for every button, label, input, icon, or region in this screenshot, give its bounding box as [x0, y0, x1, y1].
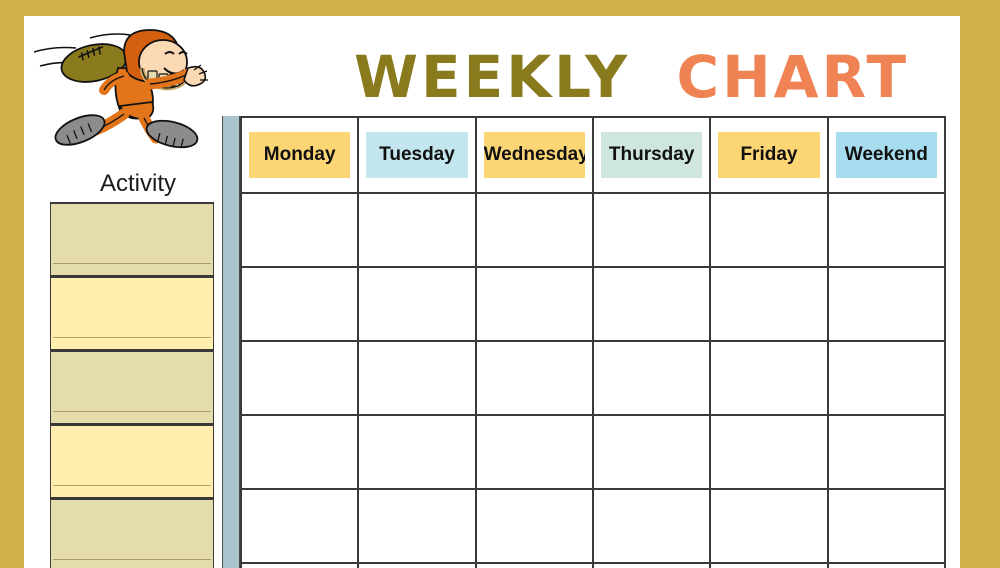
grid-cell[interactable] — [474, 340, 594, 416]
grid-cell[interactable] — [826, 414, 946, 490]
grid-cell[interactable] — [357, 192, 477, 268]
table-row — [239, 340, 946, 416]
grid-cell[interactable] — [591, 414, 712, 490]
table-row — [239, 266, 946, 342]
weekly-grid: Monday Tuesday Wednesday Thursday Friday — [239, 116, 946, 568]
grid-cell[interactable] — [474, 266, 594, 342]
grid-cell[interactable] — [826, 340, 946, 416]
day-header-weekend: Weekend — [826, 116, 946, 194]
grid-cell[interactable] — [826, 192, 946, 268]
table-row — [239, 562, 946, 568]
grid-cell[interactable] — [826, 562, 946, 568]
day-header-wednesday: Wednesday — [474, 116, 594, 194]
grid-cell[interactable] — [474, 192, 594, 268]
page-title: WEEKLY CHART — [354, 42, 906, 112]
activity-row[interactable] — [50, 498, 214, 568]
grid-cell[interactable] — [239, 414, 360, 490]
grid-cell[interactable] — [239, 340, 360, 416]
grid-cell[interactable] — [239, 266, 360, 342]
grid-cell[interactable] — [357, 414, 477, 490]
day-chip-tuesday: Tuesday — [366, 132, 468, 178]
grid-cell[interactable] — [591, 488, 712, 564]
day-chip-weekend: Weekend — [835, 132, 938, 178]
grid-cell[interactable] — [826, 266, 946, 342]
activity-row[interactable] — [50, 202, 214, 276]
grid-cell[interactable] — [474, 414, 594, 490]
table-row — [239, 414, 946, 490]
grid-cell[interactable] — [709, 192, 829, 268]
grid-cell[interactable] — [239, 192, 360, 268]
grid-cell[interactable] — [709, 340, 829, 416]
page-title-word-chart: CHART — [676, 43, 910, 111]
day-header-friday: Friday — [709, 116, 829, 194]
day-header-tuesday: Tuesday — [357, 116, 477, 194]
day-header-thursday: Thursday — [591, 116, 712, 194]
grid-cell[interactable] — [591, 192, 712, 268]
running-football-player-icon — [32, 18, 222, 154]
grid-cell[interactable] — [709, 562, 829, 568]
grid-cell[interactable] — [826, 488, 946, 564]
grid-cell[interactable] — [239, 488, 360, 564]
worksheet-sheet: WEEKLY CHART Activity Monday Tuesday Wed… — [24, 16, 960, 568]
grid-header-row: Monday Tuesday Wednesday Thursday Friday — [239, 116, 946, 194]
grid-cell[interactable] — [591, 562, 712, 568]
column-divider — [222, 116, 240, 568]
grid-cell[interactable] — [357, 340, 477, 416]
printable-page: WEEKLY CHART Activity Monday Tuesday Wed… — [0, 0, 1000, 568]
grid-cell[interactable] — [357, 562, 477, 568]
page-title-word-weekly: WEEKLY — [354, 43, 631, 111]
activity-column — [50, 202, 214, 568]
day-chip-friday: Friday — [718, 132, 820, 178]
day-chip-monday: Monday — [248, 132, 351, 178]
grid-cell[interactable] — [357, 488, 477, 564]
table-row — [239, 192, 946, 268]
grid-cell[interactable] — [474, 488, 594, 564]
activity-row[interactable] — [50, 350, 214, 424]
day-chip-thursday: Thursday — [600, 132, 703, 178]
grid-cell[interactable] — [239, 562, 360, 568]
activity-column-header: Activity — [99, 170, 176, 197]
grid-cell[interactable] — [591, 340, 712, 416]
grid-cell[interactable] — [591, 266, 712, 342]
grid-cell[interactable] — [357, 266, 477, 342]
grid-cell[interactable] — [709, 414, 829, 490]
grid-cell[interactable] — [709, 488, 829, 564]
grid-cell[interactable] — [709, 266, 829, 342]
activity-row[interactable] — [50, 276, 214, 350]
day-chip-wednesday: Wednesday — [483, 132, 586, 178]
worksheet-header: WEEKLY CHART — [24, 16, 960, 149]
grid-cell[interactable] — [474, 562, 594, 568]
table-row — [239, 488, 946, 564]
day-header-monday: Monday — [239, 116, 360, 194]
activity-row[interactable] — [50, 424, 214, 498]
